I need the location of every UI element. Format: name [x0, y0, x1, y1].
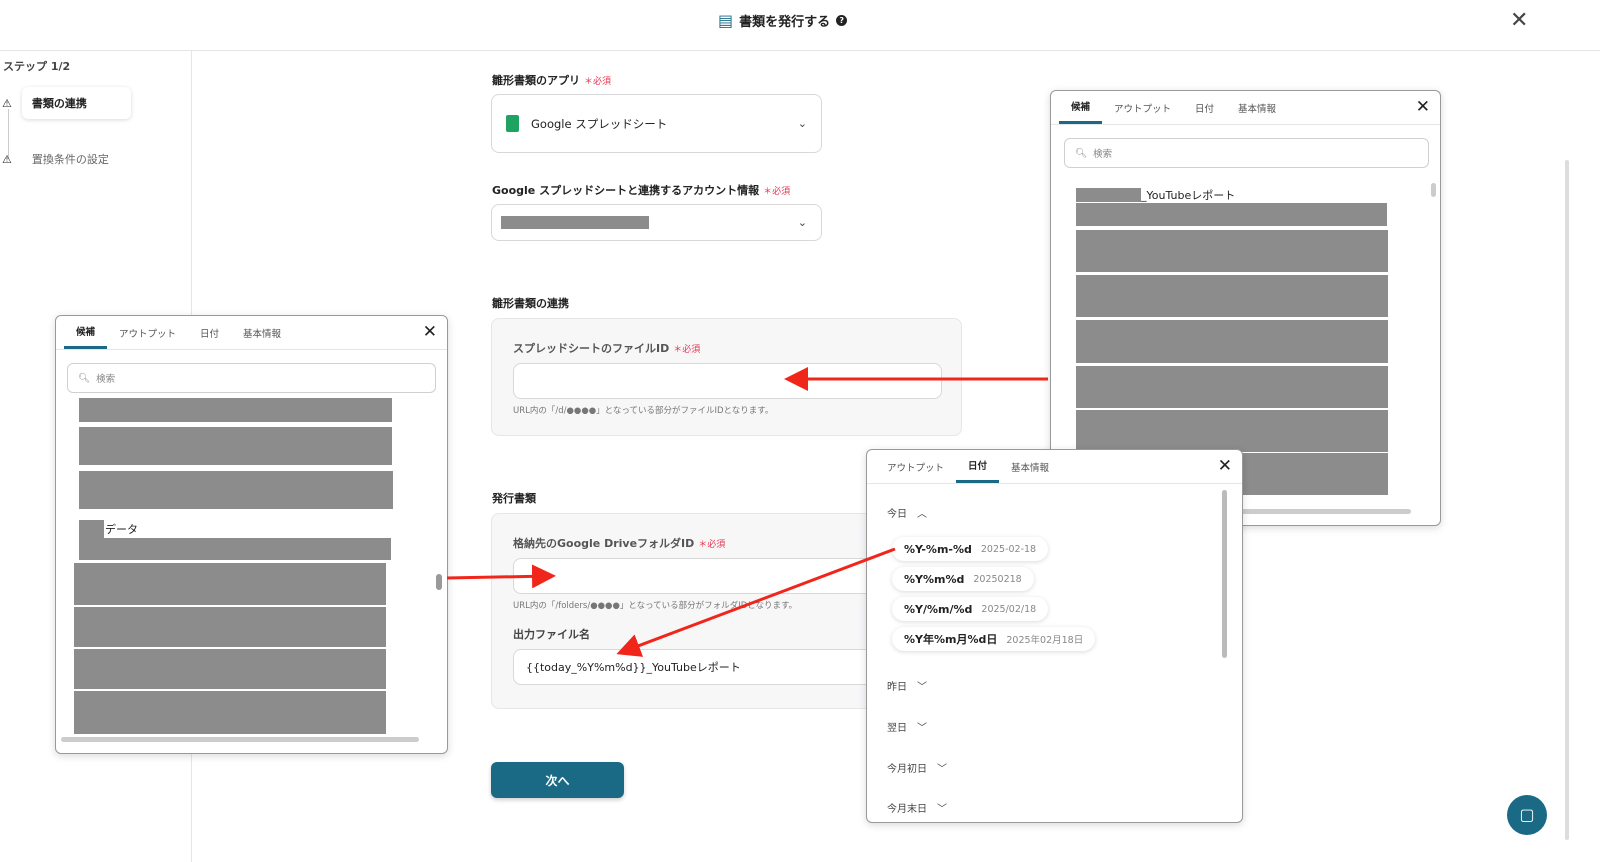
- document-icon: ▤: [718, 11, 734, 30]
- variable-popup-left: 候補 アウトプット 日付 基本情報 ✕ 🔍︎ 検索 データ: [55, 315, 448, 754]
- tab-candidates[interactable]: 候補: [64, 316, 108, 349]
- group-tomorrow[interactable]: 翌日 ﹀: [887, 719, 927, 734]
- step-indicator: ステップ 1/2: [3, 60, 71, 73]
- redacted-item[interactable]: [1076, 366, 1388, 408]
- header: ▤ 書類を発行する ? ✕: [0, 0, 1600, 51]
- redacted-item[interactable]: [79, 538, 391, 560]
- app-select[interactable]: Google スプレッドシート ⌄: [491, 94, 822, 153]
- date-variable-popup: アウトプット 日付 基本情報 ✕ 今日 ︿ %Y-%m-%d 2025-02-18 …: [866, 449, 1243, 823]
- app-select-value: Google スプレッドシート: [531, 116, 668, 131]
- tab-basic-info[interactable]: 基本情報: [231, 316, 293, 349]
- warning-icon: ⚠: [2, 152, 12, 166]
- folder-id-label: 格納先のGoogle DriveフォルダID ＊必須: [513, 537, 726, 550]
- redacted-item[interactable]: [79, 471, 393, 509]
- issue-section-title: 発行書類: [492, 492, 536, 505]
- tab-basic-info[interactable]: 基本情報: [1226, 91, 1288, 124]
- scrollbar[interactable]: [1222, 490, 1227, 658]
- redacted-item[interactable]: [74, 691, 386, 734]
- close-icon[interactable]: ✕: [423, 322, 437, 342]
- file-id-input[interactable]: [513, 363, 942, 399]
- group-month-end[interactable]: 今月末日 ﹀: [887, 800, 947, 815]
- redacted-account: [501, 216, 649, 229]
- group-month-start[interactable]: 今月初日 ﹀: [887, 760, 947, 775]
- sidebar-item-label: 置換条件の設定: [31, 153, 109, 166]
- file-id-label: スプレッドシートのファイルID ＊必須: [513, 342, 701, 355]
- group-yesterday[interactable]: 昨日 ﹀: [887, 678, 927, 693]
- tab-candidates[interactable]: 候補: [1059, 91, 1103, 124]
- search-icon: 🔍︎: [78, 372, 91, 384]
- horizontal-scrollbar[interactable]: [1241, 509, 1411, 514]
- tab-output[interactable]: アウトプット: [107, 316, 188, 349]
- chevron-down-icon: ⌄: [797, 216, 807, 229]
- redacted-item[interactable]: [1076, 275, 1388, 317]
- search-input[interactable]: 🔍︎ 検索: [67, 363, 436, 393]
- search-icon: 🔍︎: [1075, 147, 1088, 159]
- folder-id-hint: URL内の「/folders/●●●●」となっている部分がフォルダIDとなります…: [513, 601, 798, 611]
- close-icon[interactable]: ✕: [1510, 8, 1528, 33]
- redacted-item[interactable]: [1076, 230, 1388, 272]
- popup-tabs: 候補 アウトプット 日付 基本情報: [56, 316, 447, 350]
- item-label: _YouTubeレポート: [1141, 189, 1236, 202]
- warning-icon: ⚠: [2, 96, 12, 110]
- popup-tabs: アウトプット 日付 基本情報: [867, 450, 1242, 484]
- sidebar-item-document-link[interactable]: ⚠ 書類の連携: [2, 87, 131, 119]
- popup-tabs: 候補 アウトプット 日付 基本情報: [1051, 91, 1440, 125]
- question-circle-icon[interactable]: ?: [836, 15, 848, 26]
- redacted-item[interactable]: [74, 607, 386, 647]
- date-format-chip[interactable]: %Y%m%d 20250218: [892, 567, 1034, 591]
- filename-label: 出力ファイル名: [513, 628, 590, 641]
- tab-date[interactable]: 日付: [188, 316, 231, 349]
- filename-value: {{today_%Y%m%d}}_YouTubeレポート: [526, 661, 741, 674]
- app-label: 雛形書類のアプリ ＊必須: [492, 74, 612, 87]
- redacted-item: [79, 520, 104, 538]
- item-label: データ: [105, 523, 138, 536]
- redacted-item[interactable]: [79, 427, 392, 465]
- template-section-title: 雛形書類の連携: [492, 297, 569, 310]
- page-scrollbar[interactable]: [1565, 160, 1569, 840]
- redacted-item[interactable]: [74, 563, 386, 605]
- chevron-down-icon: ﹀: [937, 764, 947, 775]
- chat-icon[interactable]: ▢: [1507, 795, 1547, 835]
- redacted-item[interactable]: [1076, 410, 1388, 452]
- scrollbar[interactable]: [436, 574, 442, 590]
- close-icon[interactable]: ✕: [1416, 97, 1430, 117]
- page-title: ▤ 書類を発行する ?: [718, 11, 848, 30]
- tab-output[interactable]: アウトプット: [875, 450, 956, 483]
- group-today[interactable]: 今日 ︿: [887, 505, 927, 520]
- redacted-item: [1076, 188, 1141, 202]
- google-sheets-icon: [506, 115, 519, 132]
- chevron-down-icon: ﹀: [937, 804, 947, 815]
- chevron-down-icon: ﹀: [917, 682, 927, 693]
- tab-output[interactable]: アウトプット: [1102, 91, 1183, 124]
- redacted-item[interactable]: [79, 398, 392, 422]
- redacted-item[interactable]: [74, 649, 386, 689]
- template-link-panel: スプレッドシートのファイルID ＊必須 URL内の「/d/●●●●」となっている部…: [491, 318, 962, 436]
- tab-basic-info[interactable]: 基本情報: [999, 450, 1061, 483]
- redacted-item[interactable]: [1076, 320, 1388, 363]
- account-label: Google スプレッドシートと連携するアカウント情報 ＊必須: [492, 184, 791, 197]
- horizontal-scrollbar[interactable]: [61, 737, 419, 742]
- scrollbar[interactable]: [1431, 183, 1436, 197]
- sidebar-item-replace-settings[interactable]: ⚠ 置換条件の設定: [2, 151, 109, 167]
- chevron-up-icon: ︿: [917, 509, 927, 520]
- tab-date[interactable]: 日付: [1183, 91, 1226, 124]
- close-icon[interactable]: ✕: [1218, 456, 1232, 476]
- chevron-down-icon: ﹀: [917, 723, 927, 734]
- date-format-chip[interactable]: %Y-%m-%d 2025-02-18: [892, 537, 1049, 561]
- file-id-hint: URL内の「/d/●●●●」となっている部分がファイルIDとなります。: [513, 406, 774, 416]
- tab-date[interactable]: 日付: [956, 450, 1000, 483]
- title-text: 書類を発行する: [739, 15, 831, 30]
- search-input[interactable]: 🔍︎ 検索: [1064, 138, 1429, 168]
- date-format-chip[interactable]: %Y/%m/%d 2025/02/18: [892, 597, 1049, 621]
- chevron-down-icon: ⌄: [797, 117, 807, 130]
- date-format-chip[interactable]: %Y年%m月%d日 2025年02月18日: [892, 627, 1096, 651]
- account-select[interactable]: ⌄: [491, 204, 822, 241]
- redacted-item[interactable]: [1076, 203, 1387, 226]
- sidebar-item-label: 書類の連携: [21, 87, 131, 119]
- next-button[interactable]: 次へ: [491, 762, 624, 798]
